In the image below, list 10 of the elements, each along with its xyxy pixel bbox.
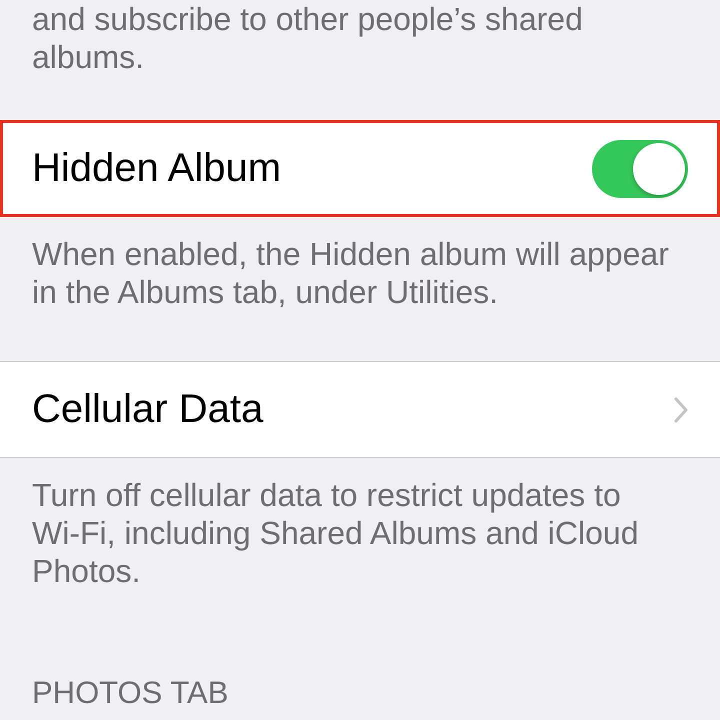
row-label: Hidden Album bbox=[32, 146, 282, 191]
footer-text: and subscribe to other people’s shared albums. bbox=[31, 0, 584, 77]
settings-row[interactable]: Cellular Data bbox=[0, 361, 720, 458]
chevron-icon bbox=[674, 396, 688, 422]
footer-text: When enabled, the Hidden album will appear in the Albums tab, under Utilities. bbox=[31, 235, 670, 312]
toggle-switch[interactable] bbox=[592, 140, 688, 198]
footer-text: Turn off cellular data to restrict updates to Wi-Fi, including Shared Albums and iCloud Photos. bbox=[31, 476, 640, 591]
row-label: Cellular Data bbox=[32, 387, 264, 432]
settings-row[interactable]: Hidden Album bbox=[0, 120, 720, 217]
section-header: PHOTOS TAB bbox=[31, 674, 230, 712]
